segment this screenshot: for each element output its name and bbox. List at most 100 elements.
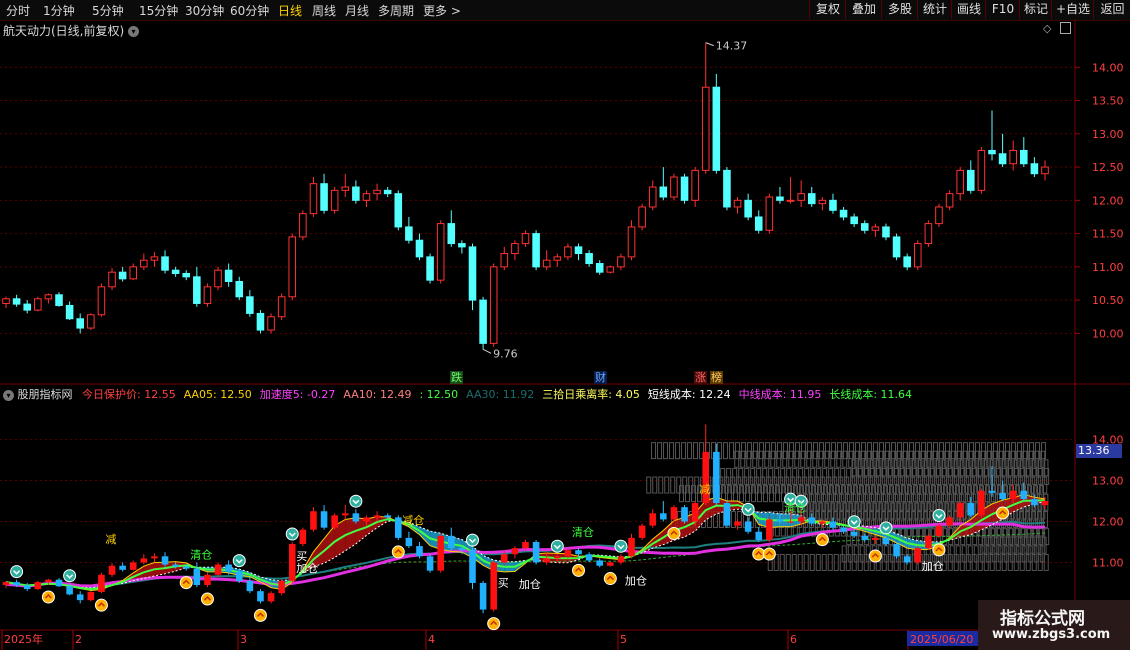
candle-body [288,236,297,298]
ind-candle-body [363,517,370,522]
period-tab-more[interactable]: 更多 > [423,2,461,19]
candle-body [627,226,636,258]
signal-mai: 买 [296,550,307,563]
ind-candle-body [1041,501,1049,506]
price-axis-label: 14.00 [1092,61,1124,74]
candle-body [988,149,996,155]
period-tab-5min[interactable]: 5分钟 [92,2,124,19]
ind-candle-body [140,558,148,563]
candle-body [44,294,53,300]
period-tab-daily[interactable]: 日线 [278,2,302,19]
ind-candle-body [214,564,222,575]
period-tab-1min[interactable]: 1分钟 [43,2,75,19]
statistics-button[interactable]: 统计 [917,0,952,19]
event-tag-fall[interactable]: 跌 [450,371,463,384]
period-tab-15min[interactable]: 15分钟 [139,2,178,19]
ind-candle-body [797,517,805,522]
fuquan-button[interactable]: 复权 [809,0,846,19]
ind-candle-body [850,531,858,536]
ind-candle-body [956,503,964,518]
buy-signal-icon [815,533,829,547]
period-tab-monthly[interactable]: 月线 [345,2,369,19]
buy-signal-icon [94,598,108,612]
chip-bar [652,476,658,494]
ind-candle-body [331,515,338,528]
ind-candle-body [554,556,561,559]
chip-bar [681,442,687,460]
ind-candle-body [1009,490,1017,499]
mark-button[interactable]: 标记 [1019,0,1052,19]
ind-candle-body [872,537,879,540]
candle-body [839,209,848,218]
draw-line-button[interactable]: 画线 [951,0,986,19]
buy-signal-icon [200,592,214,606]
ind-candle-body [787,521,794,523]
period-tab-multi[interactable]: 多周期 [378,2,414,19]
period-tab-fenshi[interactable]: 分时 [6,2,30,19]
chip-bar [646,476,652,494]
ind-candle-body [660,513,667,520]
period-toolbar: 分时 1分钟 5分钟 15分钟 30分钟 60分钟 日线 周线 月线 多周期 更… [0,0,1130,21]
buy-signal-icon [572,563,586,577]
event-tag-rank[interactable]: 榜 [710,371,723,384]
candle-body [797,193,805,201]
candle-body [55,294,63,306]
candle-body [362,193,371,201]
indicator-axis-label: 13.00 [1092,475,1124,488]
candle-body [436,223,445,281]
ind-candle-body [1031,498,1038,506]
back-button[interactable]: 返回 [1093,0,1130,19]
ind-candle-body [288,544,296,581]
signal-qingcang: 清仓 [784,501,806,515]
chip-bar [687,442,693,460]
price-axis-label: 12.50 [1092,161,1124,174]
date-axis-label: 4 [428,633,435,646]
ind-candle-body [808,517,816,524]
ind-candle-body [98,574,105,592]
ind-candle-body [341,513,349,516]
multi-stock-button[interactable]: 多股 [881,0,918,19]
candle-body [203,286,212,304]
overlay-button[interactable]: 叠加 [845,0,882,19]
event-tag-finance[interactable]: 财 [594,371,607,384]
indicator-header: ▾ 股朋指标网 [3,386,73,402]
chip-bar [729,442,735,460]
chip-bar [1044,528,1050,546]
period-tab-60min[interactable]: 60分钟 [230,2,269,19]
candle-body [564,246,572,258]
chip-bar [693,442,699,460]
price-axis-label: 11.00 [1092,261,1124,274]
ind-candle-body [416,546,423,557]
candle-body [224,269,233,282]
candle-body [966,169,975,191]
candle-body [913,243,922,268]
sell-signal-icon [10,565,24,579]
sell-signal-icon [232,554,246,568]
indicator-param-0: 今日保护价: 12.55 [82,388,176,401]
candle-body [680,176,689,201]
indicator-menu-icon[interactable]: ▾ [3,389,14,401]
event-tag-rise[interactable]: 涨 [694,371,707,384]
candle-body [659,186,668,198]
ind-candle-body [13,582,20,586]
ind-candle-body [235,571,243,581]
ind-candle-body [723,503,731,526]
price-axis-label: 10.50 [1092,294,1124,307]
chip-bar [663,442,669,460]
candle-body [744,199,752,218]
period-tab-30min[interactable]: 30分钟 [185,2,224,19]
ind-candle-body [352,513,360,522]
ind-candle-body [564,550,572,557]
ind-candle-body [161,556,169,565]
kline-chart[interactable]: 14.00 13.50 13.00 12.50 12.00 11.50 11.00 10.50… [0,20,1130,650]
candle-body [595,263,604,273]
high-pointer [705,42,714,47]
candle-body [765,196,774,231]
add-watchlist-button[interactable]: +自选 [1051,0,1094,19]
candle-body [701,86,710,171]
period-tab-weekly[interactable]: 周线 [312,2,336,19]
ind-candle-body [734,521,741,526]
f10-button[interactable]: F10 [985,0,1020,19]
ind-candle-body [819,521,826,524]
date-axis-label: 3 [240,633,247,646]
